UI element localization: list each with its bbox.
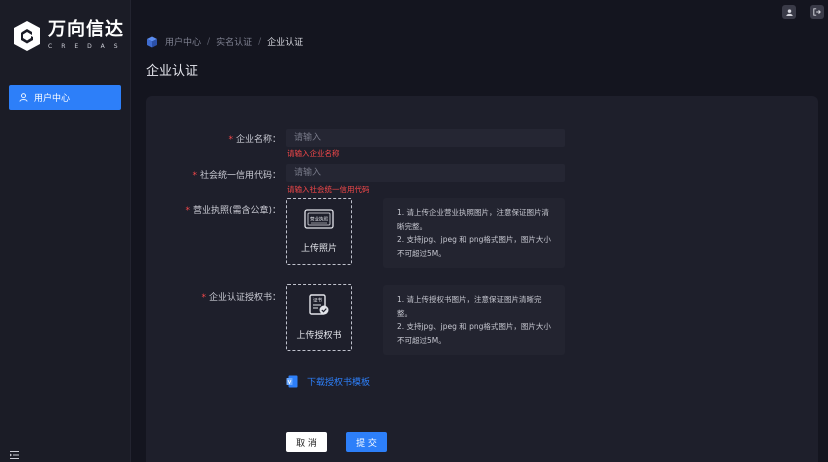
menu-collapse-icon[interactable] bbox=[10, 445, 20, 459]
download-template-link[interactable]: 下载授权书模板 bbox=[286, 375, 370, 388]
svg-text:证书: 证书 bbox=[313, 297, 322, 304]
authorization-upload-label: 上传授权书 bbox=[296, 331, 342, 341]
form-card bbox=[146, 96, 818, 462]
logo-mark-icon bbox=[12, 20, 42, 52]
authorization-tip-2: 2. 支持jpg、jpeg 和 png格式图片，图片大小不可超过5M。 bbox=[397, 322, 551, 345]
company-name-input[interactable]: 请输入 bbox=[286, 129, 565, 147]
cube-icon bbox=[147, 36, 157, 47]
breadcrumb-separator: / bbox=[207, 36, 211, 47]
license-tip-1: 1. 请上传企业营业执照图片，注意保证图片清晰完整。 bbox=[397, 208, 550, 231]
sidebar-item-label: 用户中心 bbox=[34, 94, 71, 104]
submit-button[interactable]: 提 交 bbox=[346, 432, 387, 452]
license-label: * 营业执照(需含公章)： bbox=[185, 206, 281, 216]
brand-logo[interactable]: 万向信达 CREDAS bbox=[12, 18, 127, 54]
breadcrumb-item-current: 企业认证 bbox=[267, 38, 304, 48]
brand-name-en: CREDAS bbox=[48, 43, 127, 50]
logout-button[interactable] bbox=[810, 5, 824, 19]
license-tip-2: 2. 支持jpg、jpeg 和 png格式图片，图片大小不可超过5M。 bbox=[397, 235, 551, 258]
credit-code-error: 请输入社会统一信用代码 bbox=[287, 185, 370, 194]
credit-code-input[interactable]: 请输入 bbox=[286, 164, 565, 182]
document-download-icon bbox=[286, 375, 298, 388]
breadcrumb-item-user-center[interactable]: 用户中心 bbox=[165, 35, 201, 48]
user-icon bbox=[785, 8, 793, 16]
cancel-button[interactable]: 取 消 bbox=[286, 432, 327, 452]
user-icon bbox=[19, 93, 28, 102]
brand-name: 万向信达 bbox=[48, 19, 124, 40]
breadcrumb: 用户中心 / 实名认证 / 企业认证 bbox=[146, 35, 303, 48]
breadcrumb-item-real-name[interactable]: 实名认证 bbox=[216, 35, 252, 48]
company-name-error: 请输入企业名称 bbox=[287, 149, 340, 158]
license-icon: 营业执照 bbox=[304, 209, 334, 232]
svg-text:营业执照: 营业执照 bbox=[310, 216, 328, 223]
authorization-label: * 企业认证授权书： bbox=[201, 293, 281, 303]
certificate-icon: 证书 bbox=[308, 294, 330, 319]
logout-icon bbox=[813, 8, 821, 16]
authorization-upload[interactable]: 证书 上传授权书 bbox=[286, 284, 352, 351]
app-root: 万向信达 CREDAS 用户中心 用户中心 / 实名认证 / 企业认证 企业认证… bbox=[0, 0, 828, 462]
license-upload-label: 上传照片 bbox=[300, 244, 337, 254]
sidebar-item-user-center[interactable]: 用户中心 bbox=[9, 85, 121, 110]
user-profile-button[interactable] bbox=[782, 5, 796, 19]
authorization-tip: 1. 请上传授权书图片，注意保证图片清晰完整。 2. 支持jpg、jpeg 和 … bbox=[383, 285, 565, 355]
company-name-label: * 企业名称： bbox=[228, 135, 281, 145]
download-template-label: 下载授权书模板 bbox=[307, 378, 371, 388]
authorization-tip-1: 1. 请上传授权书图片，注意保证图片清晰完整。 bbox=[397, 295, 542, 318]
sidebar: 万向信达 CREDAS 用户中心 bbox=[0, 0, 131, 462]
license-upload[interactable]: 营业执照 上传照片 bbox=[286, 198, 352, 265]
credit-code-label: * 社会统一信用代码： bbox=[192, 171, 281, 181]
page-title: 企业认证 bbox=[146, 64, 199, 79]
license-tip: 1. 请上传企业营业执照图片，注意保证图片清晰完整。 2. 支持jpg、jpeg… bbox=[383, 198, 565, 268]
breadcrumb-separator: / bbox=[258, 36, 262, 47]
